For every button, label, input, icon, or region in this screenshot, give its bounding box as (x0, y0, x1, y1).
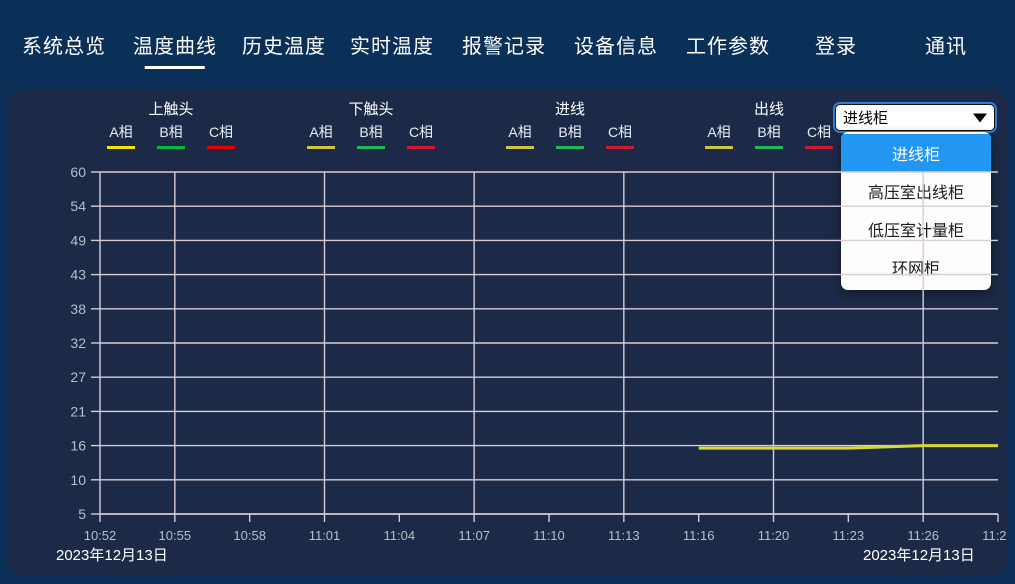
x-tick-label: 11:13 (608, 528, 640, 543)
cabinet-select-value: 进线柜 (843, 110, 889, 127)
x-tick-label: 11:10 (533, 528, 565, 543)
x-tick-label: 11:07 (458, 528, 490, 543)
legend-color-swatch (357, 146, 385, 149)
legend-group-title: 下触头 (348, 101, 394, 118)
nav-item-label: 报警记录 (462, 36, 546, 58)
y-tick-label: 43 (70, 267, 86, 283)
legend-item-label: B相 (558, 124, 582, 140)
nav-item-4[interactable]: 报警记录 (462, 26, 546, 69)
legend-item[interactable]: A相 (96, 122, 146, 149)
y-tick-label: 21 (70, 403, 86, 419)
legend-item[interactable]: A相 (296, 122, 346, 149)
nav-item-label: 系统总览 (22, 36, 106, 58)
legend-item-label: B相 (757, 124, 781, 140)
legend-item-label: C相 (607, 124, 633, 140)
legend-color-swatch (107, 146, 135, 149)
legend-item-label: A相 (508, 124, 532, 140)
legend-group-2: 进线 A相 B相 C相 (495, 98, 645, 149)
legend-item[interactable]: C相 (396, 122, 446, 149)
legend-color-swatch (207, 146, 235, 149)
x-tick-label: 11:26 (907, 528, 939, 543)
chart-panel: 上触头 A相 B相 C相 下触头 A相 B相 C相 进线 A相 B相 C相 出线 A相 B相 C相 进线柜 进… (8, 90, 1007, 576)
x-tick-label: 10:52 (84, 528, 117, 543)
x-tick-label: 11:04 (384, 528, 416, 543)
main-navbar: 系统总览 温度曲线 历史温度 实时温度 报警记录 设备信息 工作参数 登录 通讯 (0, 0, 1015, 82)
legend-item-label: B相 (359, 124, 383, 140)
nav-item-3[interactable]: 实时温度 (350, 26, 434, 69)
legend-group-title: 出线 (753, 101, 784, 118)
legend-item[interactable]: C相 (595, 122, 645, 149)
chart-svg: 60 54 49 43 38 32 27 21 16 10 5 10:52 10:55 10:58 11:0… (56, 164, 1007, 564)
legend-item-label: C相 (806, 124, 832, 140)
cabinet-select[interactable]: 进线柜 进线柜 高压室出线柜 低压室计量柜 环网柜 (835, 104, 995, 290)
y-tick-label: 38 (70, 301, 86, 317)
legend-group-1: 下触头 A相 B相 C相 (296, 98, 446, 149)
nav-item-label: 工作参数 (686, 36, 770, 58)
nav-item-label: 温度曲线 (133, 36, 217, 58)
x-tick-label: 11:20 (758, 528, 790, 543)
legend-item-label: A相 (309, 124, 333, 140)
legend-color-swatch (157, 146, 185, 149)
x-tick-label: 11:29 (982, 528, 1007, 543)
nav-item-label: 通讯 (925, 36, 967, 58)
cabinet-select-box[interactable]: 进线柜 (835, 104, 995, 131)
chevron-down-icon[interactable] (973, 113, 987, 122)
legend-item[interactable]: B相 (346, 122, 396, 149)
app-root: 系统总览 温度曲线 历史温度 实时温度 报警记录 设备信息 工作参数 登录 通讯 上触头 A相 B相… (0, 0, 1015, 584)
nav-item-1[interactable]: 温度曲线 (133, 26, 217, 69)
x-tick-label: 11:23 (833, 528, 865, 543)
legend-color-swatch (307, 146, 335, 149)
legend-group-3: 出线 A相 B相 C相 (694, 98, 844, 149)
legend-color-swatch (407, 146, 435, 149)
legend-item[interactable]: A相 (495, 122, 545, 149)
temperature-chart: 60 54 49 43 38 32 27 21 16 10 5 10:52 10:55 10:58 11:0… (8, 152, 1007, 576)
legend-group-title: 上触头 (148, 101, 194, 118)
y-tick-label: 27 (70, 369, 86, 385)
legend-group-title: 进线 (554, 101, 585, 118)
nav-item-label: 登录 (815, 36, 857, 58)
legend-color-swatch (805, 146, 833, 149)
x-tick-label: 10:55 (159, 528, 192, 543)
nav-item-label: 实时温度 (350, 36, 434, 58)
legend-color-swatch (705, 146, 733, 149)
legend-item[interactable]: B相 (744, 122, 794, 149)
legend-item-label: A相 (707, 124, 731, 140)
legend-color-swatch (755, 146, 783, 149)
start-date-label: 2023年12月13日 (56, 547, 168, 564)
x-tick-label: 11:01 (309, 528, 341, 543)
legend-item[interactable]: B相 (146, 122, 196, 149)
legend-item-label: C相 (408, 124, 434, 140)
legend-item[interactable]: A相 (694, 122, 744, 149)
nav-item-label: 历史温度 (242, 36, 326, 58)
end-date-label: 2023年12月13日 (863, 547, 975, 564)
legend-item-label: A相 (109, 124, 133, 140)
nav-item-5[interactable]: 设备信息 (574, 26, 658, 69)
x-tick-label: 11:16 (683, 528, 715, 543)
nav-item-6[interactable]: 工作参数 (686, 26, 770, 69)
y-tick-label: 10 (70, 472, 86, 488)
legend-item-label: B相 (159, 124, 183, 140)
legend-item-label: C相 (208, 124, 234, 140)
nav-item-0[interactable]: 系统总览 (22, 26, 106, 69)
legend-group-0: 上触头 A相 B相 C相 (96, 98, 246, 149)
y-tick-label: 54 (70, 198, 86, 214)
x-tick-label: 10:58 (233, 528, 266, 543)
legend-color-swatch (606, 146, 634, 149)
nav-item-2[interactable]: 历史温度 (242, 26, 326, 69)
legend-color-swatch (506, 146, 534, 149)
y-tick-label: 32 (70, 335, 86, 351)
legend-item[interactable]: C相 (196, 122, 246, 149)
nav-item-label: 设备信息 (574, 36, 658, 58)
y-tick-label: 5 (78, 506, 86, 522)
y-tick-label: 60 (70, 164, 86, 180)
y-tick-label: 16 (70, 438, 86, 454)
nav-item-8[interactable]: 通讯 (925, 26, 967, 69)
nav-item-7[interactable]: 登录 (815, 26, 857, 69)
legend-color-swatch (556, 146, 584, 149)
y-tick-label: 49 (70, 232, 86, 248)
legend-item[interactable]: B相 (545, 122, 595, 149)
